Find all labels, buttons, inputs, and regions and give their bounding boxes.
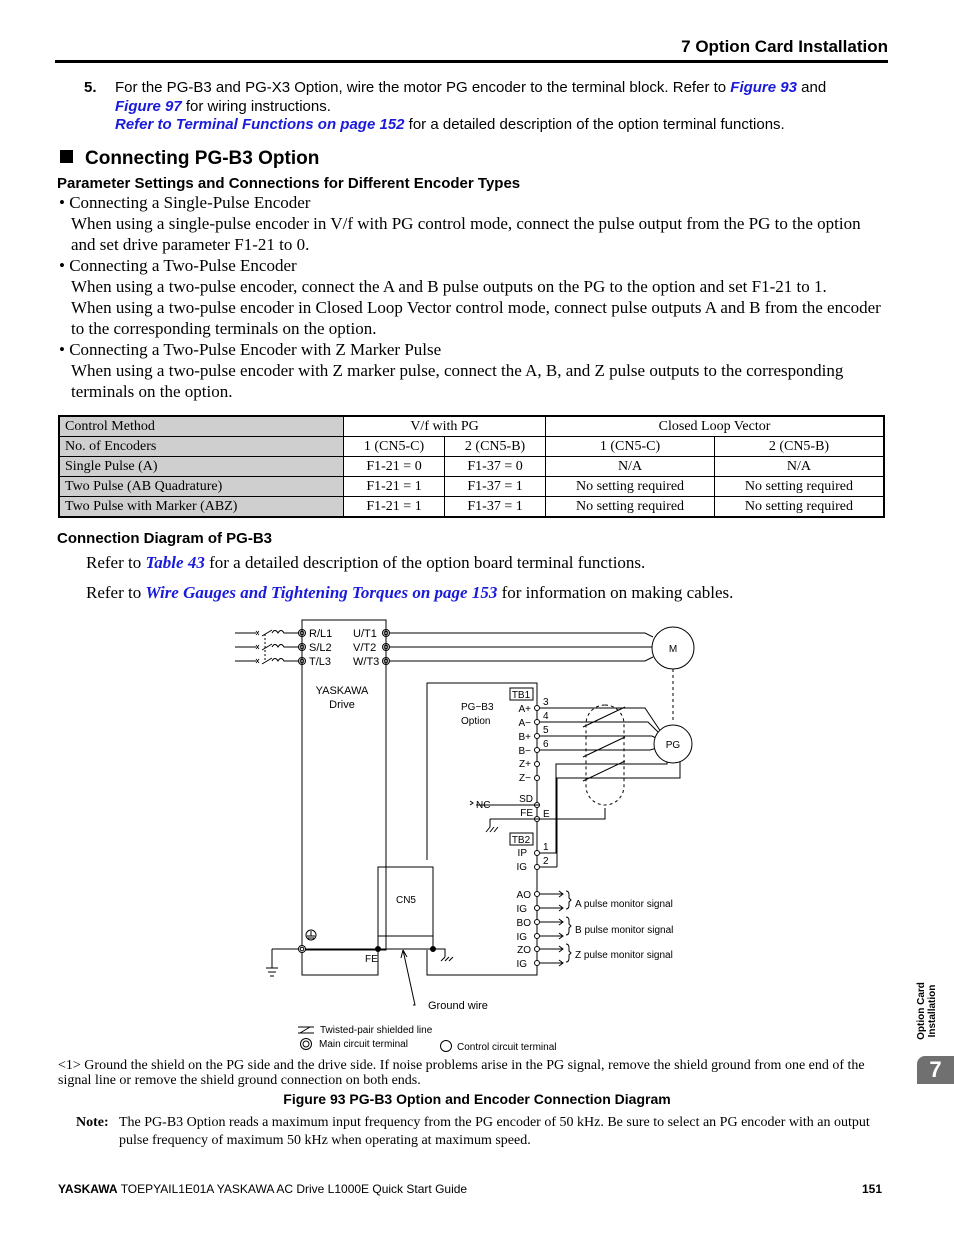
terminal-label: IG xyxy=(516,862,527,873)
control-terminal-legend-icon xyxy=(440,1040,452,1052)
monitor-signal-label: Z pulse monitor signal xyxy=(575,950,673,961)
main-terminal-legend-icon xyxy=(300,1038,312,1050)
terminal-number: 4 xyxy=(543,711,549,722)
terminal-label: FE xyxy=(520,808,533,819)
terminal-label: T/L3 xyxy=(309,656,331,668)
footer: YASKAWA TOEPYAIL1E01A YASKAWA AC Drive L… xyxy=(58,1182,467,1196)
footer-doc-title: TOEPYAIL1E01A YASKAWA AC Drive L1000E Qu… xyxy=(117,1182,468,1196)
terminal-label: W/T3 xyxy=(353,656,379,668)
ground-wire-label: Ground wire xyxy=(428,1000,488,1012)
drive-box xyxy=(301,619,387,951)
tb2-label: TB2 xyxy=(512,835,531,846)
monitor-signal-label: B pulse monitor signal xyxy=(575,925,673,936)
page-number: 151 xyxy=(862,1182,883,1196)
terminal-label: IP xyxy=(518,848,528,859)
terminal-label: Z+ xyxy=(519,759,531,770)
figure-caption: Figure 93 PG-B3 Option and Encoder Conne… xyxy=(283,1091,671,1107)
option-label: Option xyxy=(461,716,490,727)
legend-label: Twisted-pair shielded line xyxy=(320,1025,433,1036)
terminal-label: B+ xyxy=(518,732,531,743)
terminal-label: S/L2 xyxy=(309,642,332,654)
encoder-label: PG xyxy=(666,740,681,751)
ground-wire-arrow xyxy=(400,949,416,1006)
monitor-signal-label: A pulse monitor signal xyxy=(575,899,673,910)
option-label: PG−B3 xyxy=(461,702,494,713)
terminal-number: E xyxy=(543,809,550,820)
terminal-label: BO xyxy=(517,918,532,929)
side-tab-text: Option Card Installation xyxy=(916,982,938,1040)
cn5-label: CN5 xyxy=(396,895,416,906)
legend-label: Control circuit terminal xyxy=(457,1042,556,1053)
wiring-diagram: R/L1 S/L2 T/L3 U/T1 V/T2 W/T3 YASKAWA Dr… xyxy=(235,619,695,1053)
fe-label: FE xyxy=(365,954,378,965)
terminal-number: 5 xyxy=(543,725,549,736)
power-input-lines xyxy=(235,629,299,665)
motor-label: M xyxy=(669,644,677,655)
footnote-marker: <1> xyxy=(58,1058,81,1073)
terminal-label: R/L1 xyxy=(309,628,332,640)
shield-outline xyxy=(585,704,625,806)
terminal-label: Z− xyxy=(519,773,531,784)
terminal-label: SD xyxy=(519,794,533,805)
note-label: Note: xyxy=(76,1115,109,1130)
terminal-number: 6 xyxy=(543,739,549,750)
terminal-number: 3 xyxy=(543,697,549,708)
terminal-label: A− xyxy=(518,718,531,729)
note-text: The PG-B3 Option reads a maximum input f… xyxy=(119,1115,870,1148)
terminal-number: 1 xyxy=(543,842,549,853)
footnote: <1> Ground the shield on the PG side and… xyxy=(58,1058,888,1088)
terminal-label: B− xyxy=(518,746,531,757)
terminal-label: AO xyxy=(517,890,532,901)
chapter-badge[interactable]: 7 xyxy=(917,1056,954,1084)
footer-brand: YASKAWA xyxy=(58,1182,118,1196)
terminal-label: U/T1 xyxy=(353,628,377,640)
tb1-label: TB1 xyxy=(512,690,531,701)
terminal-label: IG xyxy=(516,932,527,943)
terminal-label: V/T2 xyxy=(353,642,376,654)
terminal-number: 2 xyxy=(543,856,549,867)
terminal-label: ZO xyxy=(517,945,531,956)
note: Note: The PG-B3 Option reads a maximum i… xyxy=(76,1114,876,1150)
drive-label: YASKAWA xyxy=(316,685,369,697)
side-tab-label[interactable]: Option Card Installation xyxy=(916,976,940,1046)
terminal-label: IG xyxy=(516,904,527,915)
terminal-label: IG xyxy=(516,959,527,970)
terminal-label: A+ xyxy=(518,704,531,715)
drive-label: Drive xyxy=(329,699,355,711)
twisted-pair-icon xyxy=(298,1026,314,1034)
legend-label: Main circuit terminal xyxy=(319,1039,408,1050)
footnote-text: Ground the shield on the PG side and the… xyxy=(58,1058,865,1088)
